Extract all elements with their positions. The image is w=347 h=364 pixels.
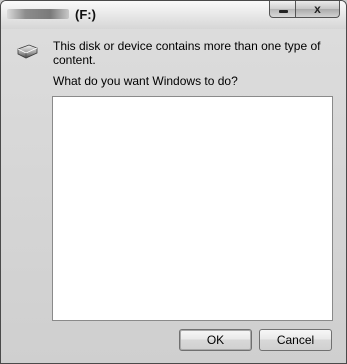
minimize-icon: [279, 10, 288, 13]
drive-icon: [17, 44, 38, 59]
ok-button[interactable]: OK: [179, 329, 252, 351]
caption-buttons: x: [269, 1, 340, 19]
close-icon: x: [314, 2, 321, 16]
cancel-button[interactable]: Cancel: [259, 329, 332, 351]
title-bar[interactable]: (F:) x: [1, 1, 346, 29]
action-listbox[interactable]: [52, 96, 333, 321]
close-button[interactable]: x: [296, 1, 340, 18]
window-title: (F:): [75, 7, 96, 22]
redacted-volume-label: [7, 9, 69, 19]
dialog-message: This disk or device contains more than o…: [53, 39, 321, 67]
minimize-button[interactable]: [269, 1, 296, 18]
autoplay-dialog-window: (F:) x This disk or device contains more…: [0, 0, 347, 364]
dialog-question: What do you want Windows to do?: [53, 74, 238, 88]
